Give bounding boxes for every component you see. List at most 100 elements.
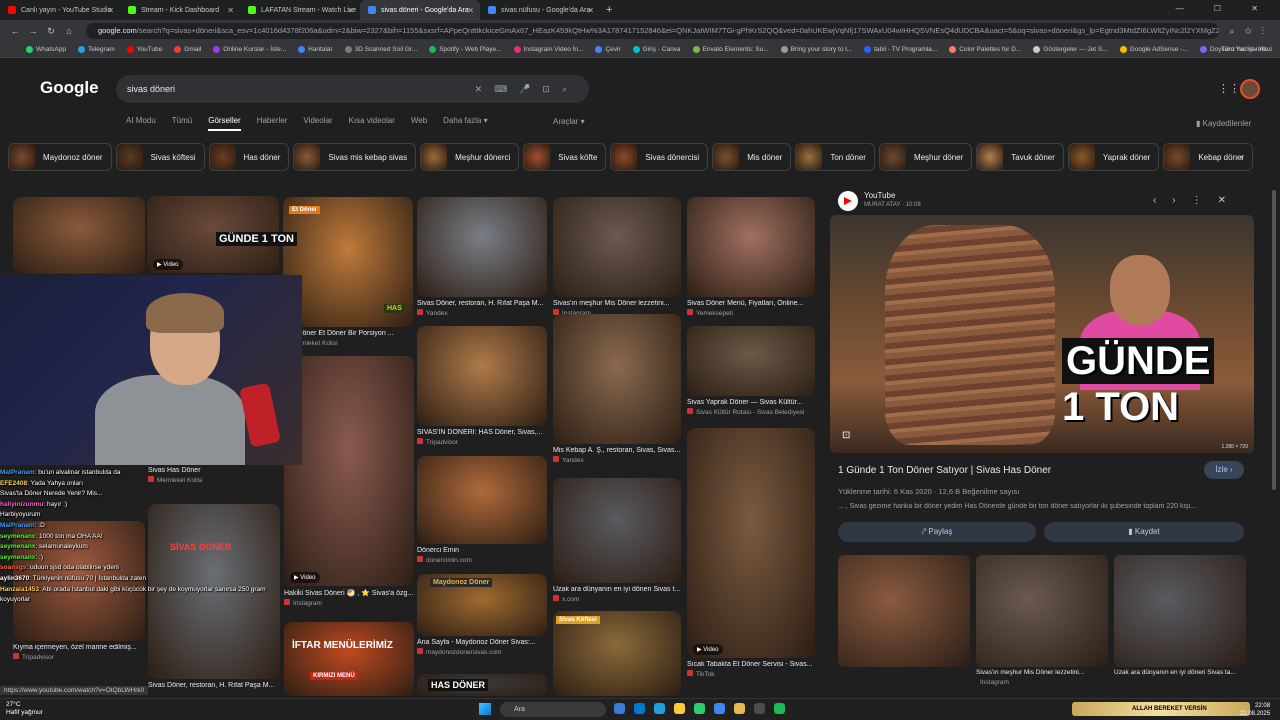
result-caption[interactable]: Ana Sayfa - Maydonoz Döner Sivas:... (417, 639, 547, 646)
bookmark-item[interactable]: WhatsApp (26, 46, 66, 53)
saved-link[interactable]: ▮ Kaydedilenler (1196, 119, 1251, 128)
save-button[interactable]: ▮ Kaydet (1044, 522, 1244, 542)
chat-username[interactable]: seymenanx (0, 554, 35, 561)
result-thumbnail[interactable] (417, 326, 547, 426)
filter-tab[interactable]: AI Modu (126, 116, 156, 131)
chat-username[interactable]: seymenanx (0, 533, 35, 540)
close-icon[interactable]: ✕ (227, 6, 234, 15)
search-box-icons[interactable]: ✕⌨🎤⊡⌕ (475, 75, 579, 103)
image-result-card[interactable]: Mis Kebap A. Ş., restoran, Sivas, Sivas.… (553, 314, 681, 464)
result-caption[interactable]: Sivas Döner Menü, Fiyatları, Online... (687, 300, 815, 307)
result-caption[interactable]: Uzak ara dünyanın en iyi döneri Sivas t.… (553, 586, 681, 593)
panel-source[interactable]: YouTube (864, 191, 895, 200)
preview-title[interactable]: 1 Günde 1 Ton Döner Satıyor | Sivas Has … (838, 465, 1051, 476)
result-thumbnail[interactable] (687, 326, 815, 396)
image-result-card[interactable]: ▶ Video Sıcak Tabakta Et Döner Servisi - … (687, 428, 815, 678)
close-icon[interactable]: ✕ (467, 6, 474, 15)
close-icon[interactable]: ✕ (587, 6, 594, 15)
chip-item[interactable]: Yaprak döner (1067, 143, 1160, 171)
taskbar-app-icon[interactable] (694, 703, 705, 714)
result-thumbnail[interactable] (284, 356, 414, 586)
filter-tab[interactable]: Web (411, 116, 427, 131)
related-thumbnail[interactable] (1114, 555, 1246, 667)
bookmark-item[interactable]: Telegram (78, 46, 115, 53)
new-tab-button[interactable]: + (600, 4, 618, 16)
chat-username[interactable]: MalPranam (0, 469, 35, 476)
forward-icon[interactable]: → (24, 26, 42, 36)
filter-tab[interactable]: Kısa videolar (349, 116, 395, 131)
taskbar-app-icon[interactable] (634, 703, 645, 714)
image-result-card[interactable]: SİVAS'IN DÖNERİ: HAS Döner, Sivas,... Tri… (417, 326, 547, 446)
url-input[interactable]: google.com/search?q=sivas+döneri&sca_esv… (86, 23, 1220, 39)
filter-tab[interactable]: Görseller (208, 116, 241, 131)
result-caption[interactable]: Sıcak Tabakta Et Döner Servisi - Sivas..… (687, 661, 815, 668)
result-thumbnail[interactable] (553, 197, 681, 297)
result-caption[interactable]: Has Döner Et Döner Bir Porsiyon ... (283, 330, 413, 337)
result-caption[interactable]: Hakiki Sivas Döneri 🥙 , ⭐ Sivas'a özg... (284, 589, 414, 597)
image-result-card[interactable]: Uzak ara dünyanın en iyi döneri Sivas t.… (553, 478, 681, 603)
result-caption[interactable]: Dönerci Emin (417, 547, 547, 554)
result-thumbnail[interactable] (13, 197, 145, 274)
result-thumbnail[interactable] (687, 428, 815, 658)
chat-username[interactable]: aylin3670 (0, 575, 29, 582)
bookmark-item[interactable]: Giriş - Canva (632, 46, 681, 53)
chat-username[interactable]: seymenanx (0, 543, 35, 550)
preview-image[interactable]: GÜNDE 1 TON ⊡ 1.280 × 720 (830, 215, 1254, 453)
filter-tab[interactable]: Haberler (257, 116, 288, 131)
bookmark-item[interactable]: Çevir (595, 46, 621, 53)
image-result-card[interactable] (284, 622, 414, 696)
image-result-card[interactable]: Dönerci Emin donercimin.com (417, 456, 547, 564)
all-bookmarks-link[interactable]: Tüm Yer İşaretleri (1221, 46, 1272, 53)
chip-item[interactable]: Meşhur dönerci (420, 143, 520, 171)
chevron-right-icon[interactable]: › (1240, 152, 1243, 162)
back-icon[interactable]: ← (6, 26, 24, 36)
result-thumbnail[interactable] (553, 314, 681, 444)
chat-username[interactable]: soansgs (0, 564, 26, 571)
browser-tab[interactable]: Canlı yayın - YouTube Studio ✕ (0, 0, 120, 20)
google-logo[interactable]: Google (40, 78, 99, 98)
clock[interactable]: 22:08 22.08.2025 (1240, 702, 1270, 718)
chip-item[interactable]: Has döner (208, 143, 290, 171)
taskbar-search[interactable]: Ara (500, 702, 606, 717)
home-icon[interactable]: ⌂ (60, 26, 78, 36)
bookmark-item[interactable]: Bring your story to l... (780, 46, 852, 53)
browser-tab[interactable]: LAFATAN Stream - Watch Live ✕ (240, 0, 360, 20)
chip-item[interactable]: Meşhur döner (878, 143, 973, 171)
result-caption[interactable]: Sivas Yaprak Döner — Sivas Kültür... (687, 399, 815, 406)
chip-item[interactable]: Maydonoz döner (8, 143, 112, 171)
chat-username[interactable]: MalPranam (0, 522, 35, 529)
chat-username[interactable]: haliyinizunmu (0, 501, 43, 508)
bookmark-item[interactable]: Göstergeler — Jet S... (1033, 46, 1108, 53)
search-input[interactable]: sivas döneri ✕⌨🎤⊡⌕ (116, 75, 589, 103)
result-thumbnail[interactable] (553, 478, 681, 583)
bookmark-item[interactable]: Instagram Video İn... (513, 46, 583, 53)
bookmark-item[interactable]: tabii - TV Programla... (864, 46, 937, 53)
result-caption[interactable]: Kıyma içermeyen, özel marine edilmiş... (13, 644, 145, 651)
share-button[interactable]: ⤤ Paylaş (838, 522, 1036, 542)
image-result-card[interactable]: Has Döner Et Döner Bir Porsiyon ... Memle… (283, 197, 413, 347)
bookmark-item[interactable]: Haritalar (298, 46, 333, 53)
chat-username[interactable]: EFE2408 (0, 480, 27, 487)
watch-button[interactable]: İzle › (1204, 461, 1244, 479)
taskbar-app-icon[interactable] (714, 703, 725, 714)
chip-item[interactable]: Sivas mis kebap sivas (293, 143, 417, 171)
result-caption[interactable]: Mis Kebap A. Ş., restoran, Sivas, Sivas.… (553, 447, 681, 454)
taskbar-app-icon[interactable] (654, 703, 665, 714)
result-thumbnail[interactable] (417, 197, 547, 297)
bookmark-item[interactable]: Online Kurslar - İste... (213, 46, 286, 53)
chip-item[interactable]: Ton döner (795, 143, 875, 171)
related-caption[interactable]: Uzak ara dünyanın en iyi döneri Sivas ta… (1114, 669, 1246, 676)
bookmark-item[interactable]: Google AdSense -... (1119, 46, 1188, 53)
bookmark-item[interactable]: YouTube (126, 46, 162, 53)
taskbar-app-icon[interactable] (614, 703, 625, 714)
result-caption[interactable]: Sivas'ın meşhur Mis Döner lezzetini... (553, 300, 681, 307)
related-thumbnail[interactable] (838, 555, 970, 667)
image-result-card[interactable]: Sivas Döner, restoran, H. Rıfat Paşa M..… (417, 197, 547, 317)
close-icon[interactable]: ✕ (347, 6, 354, 15)
result-caption[interactable]: SİVAS'IN DÖNERİ: HAS Döner, Sivas,... (417, 429, 547, 436)
bookmark-item[interactable]: Envato Elements: Su... (692, 46, 769, 53)
browser-tab[interactable]: sivas nüfusu - Google'da Ara ✕ (480, 0, 600, 20)
lens-icon[interactable]: ⊡ (842, 430, 850, 441)
taskbar-app-icon[interactable] (674, 703, 685, 714)
result-caption[interactable]: Sivas Döner, restoran, H. Rıfat Paşa M..… (148, 682, 280, 689)
